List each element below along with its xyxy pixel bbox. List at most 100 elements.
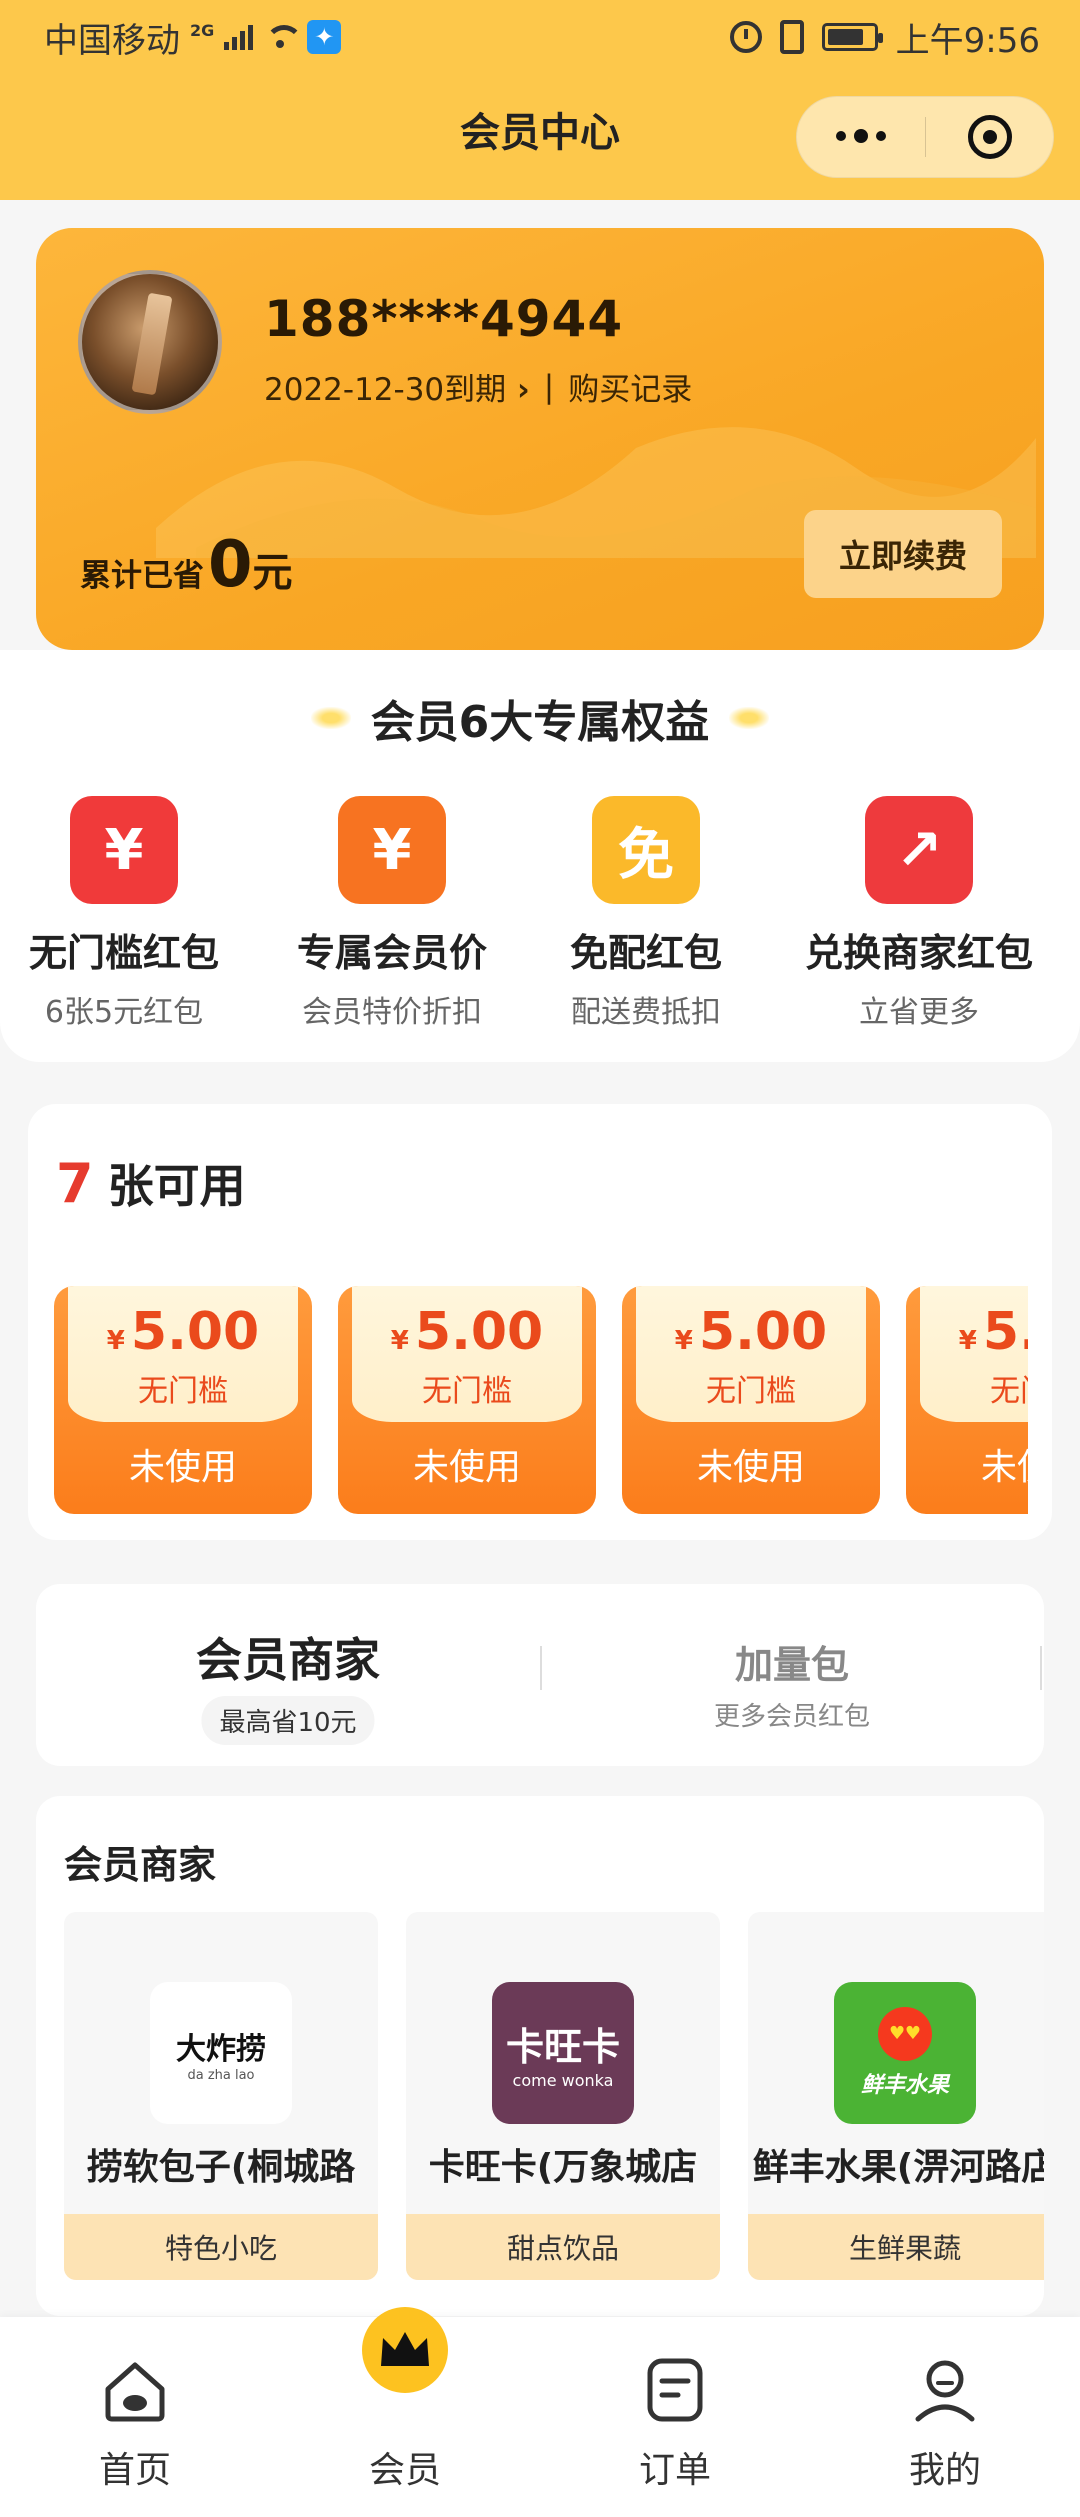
benefit-name: 免配红包 [569,931,722,975]
benefit-item-member-price[interactable]: ¥ 专属会员价 会员特价折扣 [282,796,502,1031]
carrier-name: 中国移动 [44,20,180,61]
coupon-condition: 无门槛 [138,1374,228,1409]
target-circle-icon[interactable] [926,115,1053,159]
coupon-status: 未使用 [412,1447,521,1488]
merchant-card[interactable]: 大炸捞 da zha lao 捞软包子(桐城路 特色小吃 [64,1912,378,2280]
nav-item-member[interactable]: 会员 [270,2307,540,2517]
coupon-amount: ¥5.00 [352,1302,582,1362]
yuan-icon: ¥ [70,796,178,904]
expiry-link[interactable]: 2022-12-30到期 › [264,364,530,409]
profile-icon [915,2360,975,2422]
coupon-condition: 无门槛 [706,1374,796,1409]
clock: 上午9:56 [895,20,1040,61]
coupon-strip[interactable]: ¥5.00 无门槛 未使用 ¥5.00 无门槛 未使用 ¥5.00 无门槛 未使… [54,1286,1028,1516]
member-card: 188****4944 2022-12-30到期 › | 购买记录 累计已省 0… [36,228,1044,650]
home-icon [105,2362,165,2422]
merchant-logo: 大炸捞 da zha lao [150,1982,292,2124]
merchant-card[interactable]: 卡旺卡 come wonka 卡旺卡(万象城店 甜点饮品 [406,1912,720,2280]
merchant-category: 生鲜果蔬 [748,2214,1044,2280]
signal-icon [224,24,254,50]
tab-label: 加量包 [734,1643,849,1687]
order-icon [647,2358,703,2422]
benefits-heading: 会员6大专属权益 [0,686,1080,750]
coupon-top: ¥5.00 无门槛 [636,1286,866,1422]
free-delivery-icon: 免 [592,796,700,904]
expiry-divider: | [543,368,555,405]
coupon-top: ¥5.00 无门槛 [68,1286,298,1422]
benefit-sub: 会员特价折扣 [302,995,482,1030]
merchant-section: 会员商家 大炸捞 da zha lao 捞软包子(桐城路 特色小吃 卡旺卡 co… [36,1796,1044,2316]
bottom-nav: 首页 会员 订单 我的 [0,2307,1080,2517]
currency-symbol: ¥ [390,1326,409,1356]
coupon-card[interactable]: ¥5.00 无门槛 未使用 [54,1286,312,1514]
coupon-top: ¥5.00 无门槛 [920,1286,1028,1422]
coupon-status: 未使用 [980,1447,1028,1488]
top-bar: 中国移动 2G ✦ 上午9:56 会员中心 [0,0,1080,200]
tab-label: 会员商家 [196,1633,380,1687]
more-dots-icon[interactable] [797,129,925,143]
benefit-item-free-delivery[interactable]: 免 免配红包 配送费抵扣 [536,796,756,1031]
coupon-status: 未使用 [696,1447,805,1488]
bulb-icon: ✦ [307,20,342,54]
currency-symbol: ¥ [106,1326,125,1356]
wifi-icon [263,23,304,51]
coupon-amount: ¥5.00 [920,1302,1028,1362]
status-bar: 中国移动 2G ✦ 上午9:56 [44,12,1040,62]
merchant-name: 捞软包子(桐城路 [86,2147,356,2188]
merchant-tabs: 会员商家 最高省10元 加量包 更多会员红包 [36,1584,1044,1766]
nav-label: 首页 [98,2450,171,2491]
merchant-category: 特色小吃 [64,2214,378,2280]
chevron-right-icon: › [506,372,530,408]
nav-item-home[interactable]: 首页 [0,2317,270,2517]
benefit-name: 专属会员价 [296,931,487,975]
status-right: 上午9:56 [729,13,1040,62]
saved-unit: 元 [252,550,293,596]
benefit-sub: 配送费抵扣 [571,995,721,1030]
logo-sub: da zha lao [187,2067,255,2083]
expiry-row: 2022-12-30到期 › | 购买记录 [264,364,692,409]
coupon-card[interactable]: ¥5.00 无门槛 未使用 [338,1286,596,1514]
currency-symbol: ¥ [674,1326,693,1356]
fruit-face-icon: ♥ ♥ [878,2007,932,2061]
benefit-item-exchange[interactable]: ↗ 兑换商家红包 立省更多 [794,796,1044,1031]
merchant-title: 会员商家 [64,1843,217,1887]
nav-label: 会员 [368,2450,441,2491]
carrier-group: 中国移动 2G ✦ [44,13,342,62]
merchant-strip[interactable]: 大炸捞 da zha lao 捞软包子(桐城路 特色小吃 卡旺卡 come wo… [64,1912,1044,2282]
merchant-category: 甜点饮品 [406,2214,720,2280]
tab-divider [1040,1646,1042,1690]
purchase-records-link[interactable]: 购买记录 [568,364,692,409]
nav-label: 订单 [638,2450,711,2491]
benefit-name: 兑换商家红包 [804,931,1033,975]
benefits-section: 会员6大专属权益 ¥ 无门槛红包 6张5元红包 ¥ 专属会员价 会员特价折扣 免… [0,650,1080,1062]
coupon-status: 未使用 [128,1447,237,1488]
merchant-logo: 卡旺卡 come wonka [492,1982,634,2124]
coupons-available: 7 张可用 [56,1150,246,1216]
benefits-title: 会员6大专属权益 [370,697,710,748]
coupon-value: 5.00 [130,1302,260,1362]
tab-member-merchants[interactable]: 会员商家 最高省10元 [36,1584,540,1766]
logo-text: 大炸捞 [176,2031,266,2067]
coupon-card[interactable]: ¥5.00 无门槛 未使用 [906,1286,1028,1514]
vibrate-icon [779,20,804,54]
benefit-sub: 立省更多 [859,995,979,1030]
logo-text: 卡旺卡 [505,2025,620,2069]
coupon-amount: ¥5.00 [636,1302,866,1362]
merchant-name: 鲜丰水果(淠河路店 [752,2147,1044,2188]
merchant-card[interactable]: ♥ ♥ 鲜丰水果 鲜丰水果(淠河路店 生鲜果蔬 [748,1912,1044,2280]
saved-total: 累计已省 0 元 [80,528,293,602]
tab-sub: 更多会员红包 [713,1702,870,1732]
benefit-item-red-packet[interactable]: ¥ 无门槛红包 6张5元红包 [14,796,234,1031]
nav-item-orders[interactable]: 订单 [540,2317,810,2517]
merchant-logo: ♥ ♥ 鲜丰水果 [834,1982,976,2124]
logo-text: 鲜丰水果 [860,2073,949,2098]
exchange-arrow-icon: ↗ [865,796,973,904]
nav-item-profile[interactable]: 我的 [810,2317,1080,2517]
nav-label: 我的 [908,2450,981,2491]
glow-dot-icon [310,707,351,729]
merchant-name: 卡旺卡(万象城店 [428,2147,698,2188]
renew-button[interactable]: 立即续费 [804,510,1002,598]
coupon-card[interactable]: ¥5.00 无门槛 未使用 [622,1286,880,1514]
avatar[interactable] [78,270,222,414]
tab-bonus-pack[interactable]: 加量包 更多会员红包 [540,1584,1044,1766]
